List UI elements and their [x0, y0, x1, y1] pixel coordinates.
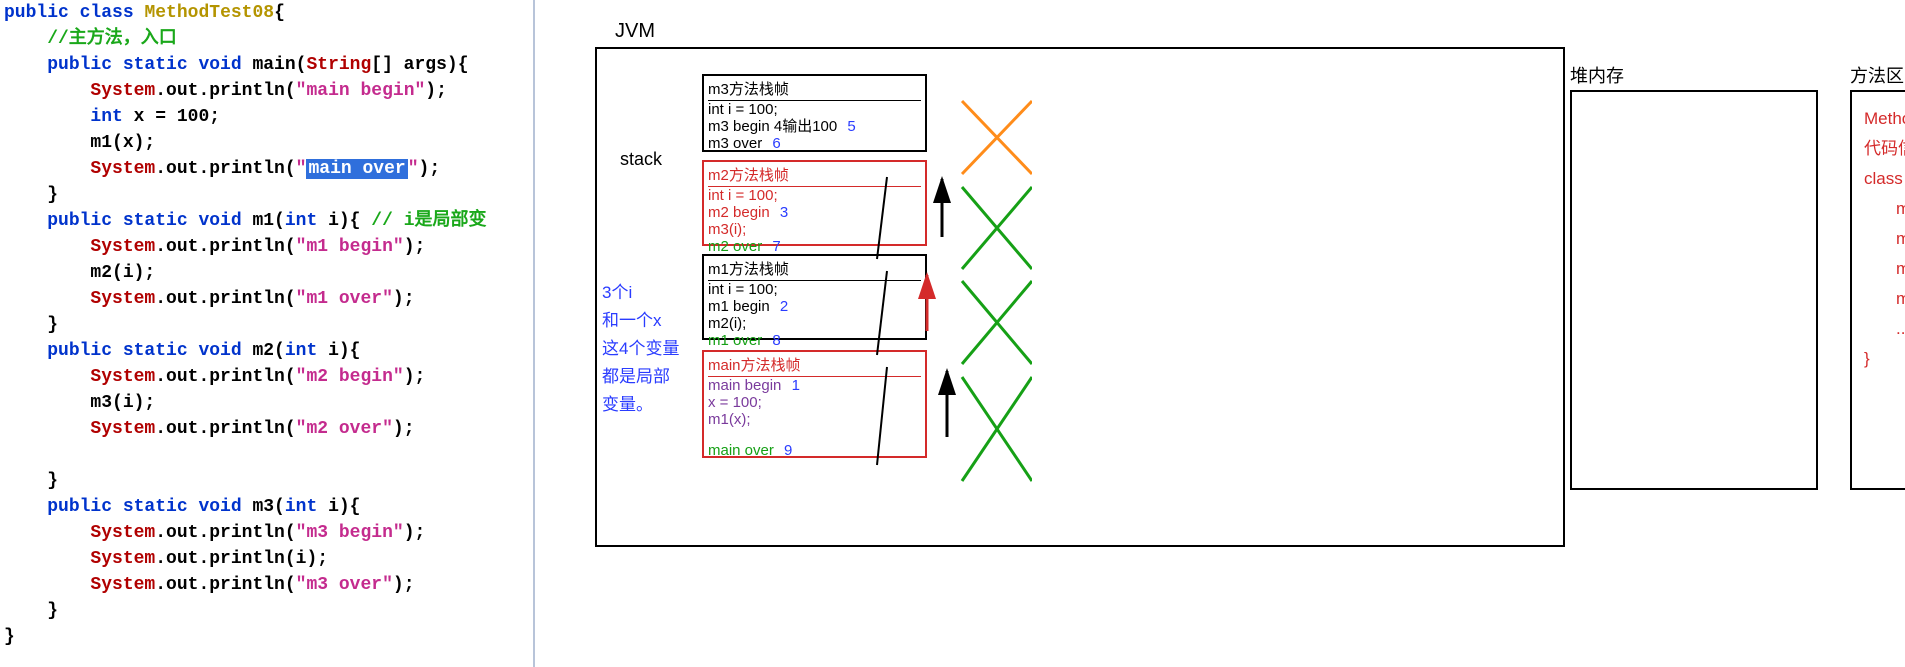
- method-line: m3{}: [1864, 284, 1905, 314]
- frame-line: main begin 1: [708, 377, 921, 394]
- frame-line: m2 over 7: [708, 238, 921, 255]
- stack-frames: m3方法栈帧 int i = 100; m3 begin 4输出100 5 m3…: [702, 74, 927, 458]
- frame-line: m1 over 8: [708, 332, 921, 349]
- code-line: System.out.println("main begin");: [4, 78, 529, 104]
- note-line: 3个i: [602, 279, 702, 307]
- code-line: m2(i);: [4, 260, 529, 286]
- frame-main: main方法栈帧 main begin 1 x = 100; m1(x); ma…: [702, 350, 927, 458]
- frame-line: m3 begin 4输出100 5: [708, 118, 921, 135]
- root: public class public class MethodTest08{M…: [0, 0, 1905, 667]
- diagram-pane: JVM stack 3个i 和一个x 这4个变量 都是局部 变量。 m3方法栈帧…: [535, 0, 1905, 667]
- frame-line: m1(x);: [708, 411, 921, 428]
- code-line: System.out.println("m2 begin");: [4, 364, 529, 390]
- code-line: System.out.println("m3 begin");: [4, 520, 529, 546]
- heap-label: 堆内存: [1570, 62, 1624, 88]
- note-line: 变量。: [602, 391, 702, 419]
- frame-line: main over 9: [708, 442, 921, 459]
- frame-line: m3 over 6: [708, 135, 921, 152]
- code-pane: public class public class MethodTest08{M…: [0, 0, 535, 667]
- code-line: System.out.println("m1 begin");: [4, 234, 529, 260]
- code-line: public static void m1(int i){ // i是局部变: [4, 208, 529, 234]
- note-line: 都是局部: [602, 363, 702, 391]
- variable-notes: 3个i 和一个x 这4个变量 都是局部 变量。: [602, 279, 702, 419]
- code-line: m1(x);: [4, 130, 529, 156]
- frame-line: m2(i);: [708, 315, 921, 332]
- method-line: m2{}: [1864, 254, 1905, 284]
- code-line: int x = 100;: [4, 104, 529, 130]
- method-line: m1{}: [1864, 224, 1905, 254]
- code-line: System.out.println("m2 over");: [4, 416, 529, 442]
- heap-box: [1570, 90, 1818, 490]
- frame-line: m3(i);: [708, 221, 921, 238]
- frame-line: int i = 100;: [708, 101, 921, 118]
- code-line: public static void main(String[] args){: [4, 52, 529, 78]
- code-line: System.out.println("m3 over");: [4, 572, 529, 598]
- method-line: class MethodTest08{: [1864, 164, 1905, 194]
- code-line: System.out.println("main over");: [4, 156, 529, 182]
- code-line: }: [4, 624, 529, 650]
- code-line: public class public class MethodTest08{M…: [4, 0, 529, 26]
- stack-label: stack: [620, 149, 662, 170]
- frame-m1: m1方法栈帧 int i = 100; m1 begin 2 m2(i); m1…: [702, 254, 927, 340]
- code-line: }: [4, 468, 529, 494]
- method-line: .....: [1864, 314, 1905, 344]
- code-line: }: [4, 312, 529, 338]
- code-line: [4, 442, 529, 468]
- frame-line: int i = 100;: [708, 187, 921, 204]
- code-line: }: [4, 598, 529, 624]
- method-line: MethodTest08.class: [1864, 104, 1905, 134]
- method-line: }: [1864, 344, 1905, 374]
- code-line: System.out.println("m1 over");: [4, 286, 529, 312]
- frame-line: m2 begin 3: [708, 204, 921, 221]
- frame-m2: m2方法栈帧 int i = 100; m2 begin 3 m3(i); m2…: [702, 160, 927, 246]
- method-area-label: 方法区: [1850, 62, 1904, 88]
- jvm-box: stack 3个i 和一个x 这4个变量 都是局部 变量。 m3方法栈帧 int…: [595, 47, 1565, 547]
- code-line: m3(i);: [4, 390, 529, 416]
- note-line: 和一个x: [602, 307, 702, 335]
- frame-line: m1 begin 2: [708, 298, 921, 315]
- frame-title: m1方法栈帧: [708, 258, 921, 281]
- jvm-label: JVM: [615, 20, 1885, 43]
- code-comment: //主方法，入口: [4, 26, 529, 52]
- code-line: System.out.println(i);: [4, 546, 529, 572]
- note-line: 这4个变量: [602, 335, 702, 363]
- frame-title: main方法栈帧: [708, 354, 921, 377]
- frame-line: int i = 100;: [708, 281, 921, 298]
- method-line: 代码信息: [1864, 134, 1905, 164]
- frame-title: m2方法栈帧: [708, 164, 921, 187]
- method-area-box: MethodTest08.class 代码信息 class MethodTest…: [1850, 90, 1905, 490]
- frame-line: x = 100;: [708, 394, 921, 411]
- code-line: public static void m2(int i){: [4, 338, 529, 364]
- code-line: }: [4, 182, 529, 208]
- code-line: public static void m3(int i){: [4, 494, 529, 520]
- frame-title: m3方法栈帧: [708, 78, 921, 101]
- method-line: main{}: [1864, 194, 1905, 224]
- frame-m3: m3方法栈帧 int i = 100; m3 begin 4输出100 5 m3…: [702, 74, 927, 152]
